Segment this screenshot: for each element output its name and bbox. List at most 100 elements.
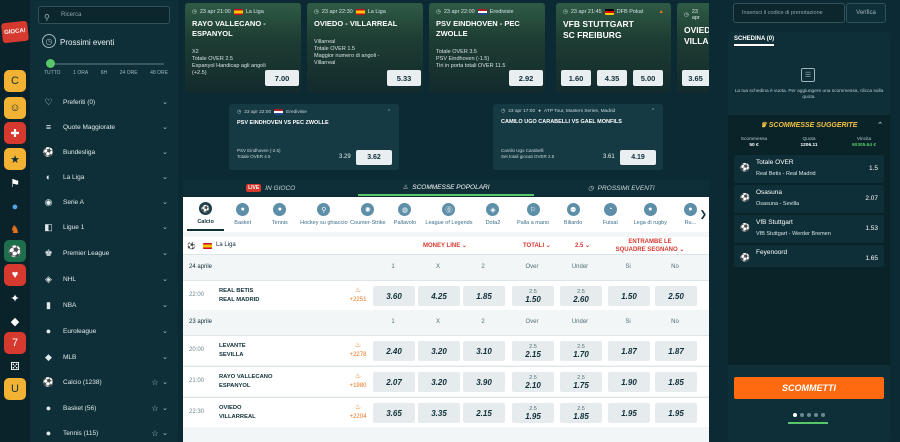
sidebar-item[interactable]: ● Basket (56) ☆ ⌄ <box>42 401 168 415</box>
time-slider-handle[interactable] <box>46 59 55 68</box>
chevron-down-icon[interactable]: ⌄ <box>160 223 168 231</box>
odd-button[interactable]: 3.35 <box>418 403 460 423</box>
favorite-star-icon[interactable]: ☆ <box>150 404 160 413</box>
racing-flag-icon[interactable]: ⚑ <box>4 172 26 194</box>
odd-button[interactable]: 2.40 <box>373 341 415 361</box>
sidebar-item[interactable]: ⚽ Bundesliga ⌄ <box>42 145 168 159</box>
place-bet-button[interactable]: SCOMMETTI <box>734 377 884 399</box>
tab-upcoming[interactable]: ◷ PROSSIMI EVENTI <box>534 180 709 196</box>
chevron-down-icon[interactable]: ⌄ <box>160 429 168 437</box>
carousel-dot[interactable] <box>800 413 804 417</box>
odd-button[interactable]: 2.5 1.95 <box>512 403 554 423</box>
featured-odd-button[interactable]: 2.92 <box>509 70 543 86</box>
tab-live[interactable]: LIVE IN GIOCO <box>183 180 358 196</box>
odd-button[interactable]: 2.50 <box>655 286 697 306</box>
odd-button[interactable]: 2.5 1.50 <box>512 286 554 306</box>
time-filter-label[interactable]: 6H <box>101 70 107 76</box>
market-select-moneyline[interactable]: MONEY LINE ⌄ <box>423 242 467 249</box>
odd-button[interactable]: 3.20 <box>418 341 460 361</box>
sidebar-item[interactable]: ◉ Serie A ⌄ <box>42 195 168 209</box>
chevron-down-icon[interactable]: ⌄ <box>160 327 168 335</box>
chevron-down-icon[interactable]: ⌄ <box>160 353 168 361</box>
horse-icon[interactable]: ♞ <box>4 218 26 240</box>
sport-filter[interactable]: ● Basket <box>224 199 261 231</box>
sport-filter[interactable]: ● Tennis <box>261 199 298 231</box>
gioca-logo[interactable]: GIOCA! <box>1 20 29 44</box>
time-filter-label[interactable]: 48 ORE <box>150 70 168 76</box>
suggested-bet[interactable]: ⚽ Osasuna Osasuna - Sevilla 2.07 <box>734 185 884 213</box>
sport-filter[interactable]: ✺ Counter-Strike <box>349 199 386 231</box>
featured-odd-button[interactable]: 5.00 <box>633 70 663 86</box>
carousel-dot[interactable] <box>814 413 818 417</box>
time-slider-track[interactable] <box>48 63 164 65</box>
boosted-odd-button[interactable]: 4.19 <box>620 150 656 165</box>
betslip-tab[interactable]: SCHEDINA (0) <box>734 36 775 46</box>
chevron-down-icon[interactable]: ⌄ <box>160 148 168 156</box>
odd-button[interactable]: 2.5 1.70 <box>560 341 602 361</box>
favorite-star-icon[interactable]: ☆ <box>150 378 160 387</box>
dice-icon[interactable]: ⚄ <box>4 355 26 377</box>
odd-button[interactable]: 1.85 <box>655 372 697 392</box>
featured-odd-button[interactable]: 7.00 <box>265 70 299 86</box>
cards-icon[interactable]: ♥ <box>4 264 26 286</box>
sidebar-item[interactable]: ♚ Premier League ⌄ <box>42 246 168 260</box>
odd-button[interactable]: 1.87 <box>655 341 697 361</box>
featured-card[interactable]: ◷ 23 apr 22:00 Eredivisie PSV EINDHOVEN - … <box>429 3 545 93</box>
odd-button[interactable]: 3.10 <box>463 341 505 361</box>
odd-button[interactable]: 2.5 1.85 <box>560 403 602 423</box>
odd-button[interactable]: 1.87 <box>608 341 650 361</box>
market-select-btts[interactable]: ENTRAMBE LE SQUADRE SEGNANO ⌄ <box>615 238 685 254</box>
match-row[interactable]: 21:00 RAYO VALLECANO ESPANYOL ♨ +1980 2.07 3.2… <box>183 366 709 396</box>
time-filter-label[interactable]: TUTTO <box>44 70 61 76</box>
sidebar-item[interactable]: ⚽ Calcio (1238) ☆ ⌄ <box>42 375 168 389</box>
time-filter-label[interactable]: 1 ORA <box>73 70 88 76</box>
chevron-down-icon[interactable]: ⌄ <box>160 123 168 131</box>
sport-filter[interactable]: ◔ Futsal <box>592 199 629 231</box>
sport-filter[interactable]: ⚽ Calcio <box>187 199 225 231</box>
boosted-bet-card[interactable]: ◷ 23 apr 22:00 Eredivisie ⌃ PSV EINDHOVEN V… <box>229 104 399 170</box>
featured-odd-button[interactable]: 3.65 <box>682 70 709 86</box>
favorite-star-icon[interactable]: ☆ <box>150 429 160 438</box>
promo-icon[interactable]: C <box>4 70 26 92</box>
sport-filter[interactable]: ⚐ Palla a mano <box>512 199 555 231</box>
carousel-dot[interactable] <box>821 413 825 417</box>
sidebar-item[interactable]: ♡ Preferiti (0) ⌄ <box>42 95 168 109</box>
sport-filter[interactable]: ◈ Dota2 <box>474 199 511 231</box>
sidebar-item[interactable]: ◐ La Liga ⌄ <box>42 170 168 184</box>
gift-icon[interactable]: ✚ <box>4 122 26 144</box>
chevron-down-icon[interactable]: ⌄ <box>160 378 168 386</box>
carousel-dot[interactable] <box>807 413 811 417</box>
odd-button[interactable]: 3.65 <box>373 403 415 423</box>
odd-button[interactable]: 1.90 <box>608 372 650 392</box>
odd-button[interactable]: 4.25 <box>418 286 460 306</box>
chevron-up-icon[interactable]: ⌃ <box>876 121 882 129</box>
suggested-bet[interactable]: ⚽ Feyenoord 1.65 <box>734 245 884 267</box>
dog-icon[interactable]: ◆ <box>4 310 26 332</box>
sport-filter[interactable]: ⚲ Hockey su ghiaccio <box>298 199 349 231</box>
odd-button[interactable]: 1.85 <box>463 286 505 306</box>
chevron-down-icon[interactable]: ⌄ <box>160 301 168 309</box>
chevron-down-icon[interactable]: ⌄ <box>160 404 168 412</box>
booking-code-input[interactable]: Inserisci il codice di prenotazione <box>733 3 845 23</box>
match-row[interactable]: 20:00 LEVANTE SEVILLA ♨ +2278 2.40 3.20 3.10 2.5… <box>183 335 709 365</box>
sidebar-item[interactable]: ● Tennis (115) ☆ ⌄ <box>42 426 168 440</box>
odd-button[interactable]: 2.5 2.10 <box>512 372 554 392</box>
tab-popular[interactable]: ♨ SCOMMESSE POPOLARI <box>358 180 534 196</box>
featured-card[interactable]: ◷23 apr OVIEDO VILLARR 3.65 <box>677 3 709 93</box>
featured-odd-button[interactable]: 4.35 <box>597 70 627 86</box>
sport-filter[interactable]: ● Lega di rugby <box>629 199 672 231</box>
chevron-down-icon[interactable]: ⌄ <box>160 173 168 181</box>
odd-button[interactable]: 2.5 2.60 <box>560 286 602 306</box>
odd-button[interactable]: 3.60 <box>373 286 415 306</box>
sidebar-item[interactable]: ◧ Ligue 1 ⌄ <box>42 220 168 234</box>
sidebar-item[interactable]: ● Euroleague ⌄ <box>42 324 168 338</box>
chevron-down-icon[interactable]: ⌄ <box>160 249 168 257</box>
chevron-down-icon[interactable]: ⌄ <box>160 275 168 283</box>
featured-card[interactable]: ◷ 23 apr 21:00 La Liga RAYO VALLECANO - ES… <box>185 3 301 93</box>
sidebar-item[interactable]: ▮ NBA ⌄ <box>42 298 168 312</box>
odd-button[interactable]: 1.95 <box>608 403 650 423</box>
horseshoe-icon[interactable]: U <box>4 378 26 400</box>
sport-filter[interactable]: ⓪ League of Legends <box>424 199 475 231</box>
football-icon[interactable]: ⚽ <box>4 240 26 262</box>
market-select-totals[interactable]: TOTALI ⌄ <box>523 242 551 249</box>
